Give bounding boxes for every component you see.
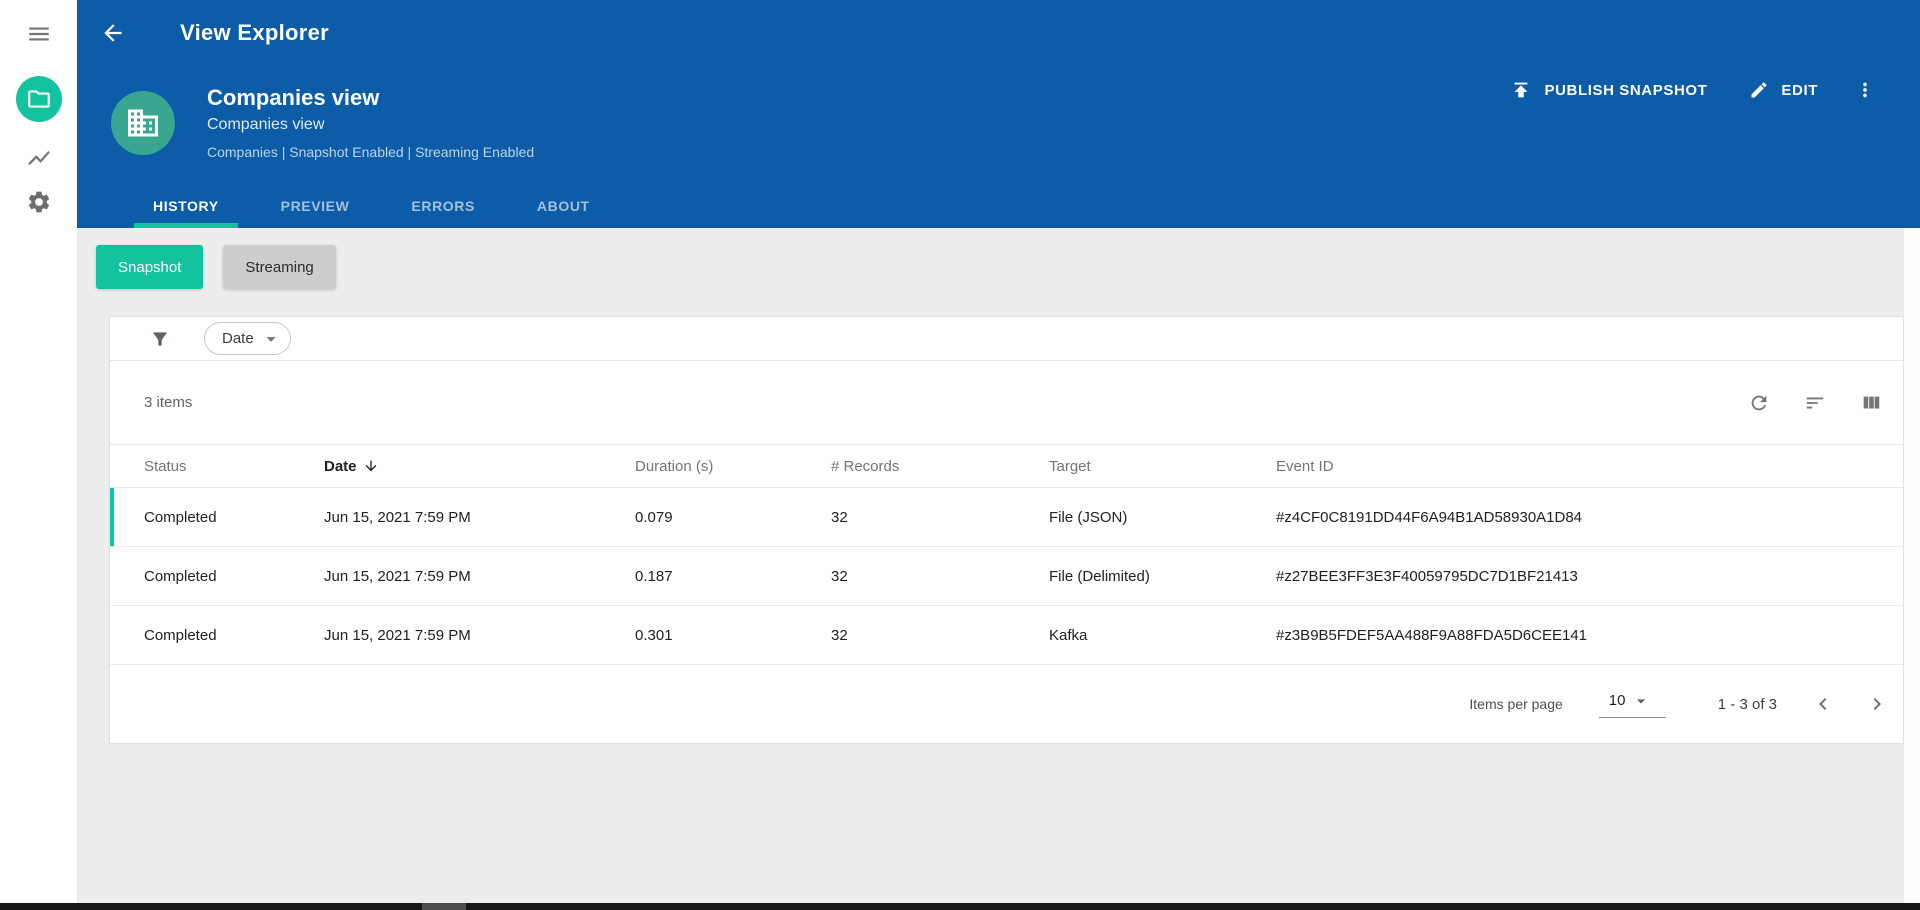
folder-icon xyxy=(26,86,52,112)
tab-bar: HISTORY PREVIEW ERRORS ABOUT xyxy=(134,184,633,228)
view-titles: Companies view Companies view Companies … xyxy=(207,85,534,161)
view-avatar xyxy=(111,91,175,155)
cell-target: File (Delimited) xyxy=(1049,567,1150,585)
buildings-icon xyxy=(125,105,161,141)
line-chart-icon xyxy=(26,145,52,171)
publish-snapshot-button[interactable]: PUBLISH SNAPSHOT xyxy=(1510,79,1707,101)
pagination: Items per page 10 1 - 3 of 3 xyxy=(110,665,1903,743)
view-subtitle: Companies view xyxy=(207,116,325,133)
cell-duration: 0.187 xyxy=(635,567,673,585)
columns-icon xyxy=(1860,392,1882,414)
cell-event-id: #z3B9B5FDEF5AA488F9A88FDA5D6CEE141 xyxy=(1276,626,1588,644)
hamburger-icon xyxy=(26,21,52,47)
edit-button[interactable]: EDIT xyxy=(1749,80,1818,100)
back-button[interactable] xyxy=(100,20,126,46)
cell-records: 32 xyxy=(831,567,848,585)
column-records[interactable]: # Records xyxy=(831,458,1049,475)
refresh-button[interactable] xyxy=(1748,392,1770,414)
column-date-label: Date xyxy=(324,457,357,475)
list-tools xyxy=(1714,392,1882,414)
cell-status: Completed xyxy=(144,567,217,585)
table-header: Status Date Duration (s) # Records Targe… xyxy=(110,444,1903,488)
chevron-down-icon xyxy=(260,328,282,350)
list-toolbar: 3 items xyxy=(110,361,1903,444)
back-arrow-icon xyxy=(100,20,126,46)
cell-status: Completed xyxy=(144,626,217,644)
chevron-left-icon xyxy=(1811,692,1835,716)
horizontal-scrollbar-track[interactable] xyxy=(0,903,1920,910)
sort-button[interactable] xyxy=(1804,392,1826,414)
app-header: View Explorer Companies view Companies v… xyxy=(77,0,1920,228)
cell-duration: 0.079 xyxy=(635,508,673,526)
mode-toggle: Snapshot Streaming xyxy=(96,245,1904,289)
column-target[interactable]: Target xyxy=(1049,458,1276,475)
cell-event-id: #z4CF0C8191DD44F6A94B1AD58930A1D84 xyxy=(1276,508,1583,526)
cell-records: 32 xyxy=(831,626,848,644)
gear-icon xyxy=(26,189,52,215)
date-filter-chip[interactable]: Date xyxy=(204,322,291,355)
tab-about[interactable]: ABOUT xyxy=(518,184,609,228)
content: Snapshot Streaming Date 3 items Status D… xyxy=(77,228,1920,744)
chevron-right-icon xyxy=(1865,692,1889,716)
cell-date: Jun 15, 2021 7:59 PM xyxy=(324,508,471,526)
filter-bar: Date xyxy=(110,317,1903,361)
page-size-value: 10 xyxy=(1608,692,1626,709)
cell-date: Jun 15, 2021 7:59 PM xyxy=(324,567,471,585)
sort-lines-icon xyxy=(1804,392,1826,414)
page-range: 1 - 3 of 3 xyxy=(1717,695,1777,713)
column-event-id[interactable]: Event ID xyxy=(1276,458,1903,475)
cell-target: Kafka xyxy=(1049,626,1088,644)
menu-button[interactable] xyxy=(26,21,52,47)
snapshot-toggle-button[interactable]: Snapshot xyxy=(96,245,204,289)
column-status[interactable]: Status xyxy=(144,458,324,475)
edit-label: EDIT xyxy=(1781,81,1818,99)
columns-button[interactable] xyxy=(1860,392,1882,414)
sidebar xyxy=(0,0,77,903)
header-actions: PUBLISH SNAPSHOT EDIT xyxy=(1510,79,1876,101)
upload-icon xyxy=(1510,79,1532,101)
topbar: View Explorer xyxy=(77,0,1920,66)
main-area: View Explorer Companies view Companies v… xyxy=(77,0,1920,903)
overflow-menu-button[interactable] xyxy=(1854,79,1876,101)
refresh-icon xyxy=(1748,392,1770,414)
column-date[interactable]: Date xyxy=(324,458,635,475)
prev-page-button[interactable] xyxy=(1811,692,1835,716)
sidebar-item-views[interactable] xyxy=(15,76,62,122)
next-page-button[interactable] xyxy=(1865,692,1889,716)
sidebar-item-metrics[interactable] xyxy=(26,145,52,171)
column-duration[interactable]: Duration (s) xyxy=(635,458,831,475)
caret-down-icon xyxy=(1631,691,1651,711)
table-row[interactable]: Completed Jun 15, 2021 7:59 PM 0.187 32 … xyxy=(110,547,1903,606)
horizontal-scrollbar-thumb[interactable] xyxy=(422,903,466,910)
cell-duration: 0.301 xyxy=(635,626,673,644)
page-size-select[interactable]: 10 xyxy=(1598,691,1666,718)
history-card: Date 3 items Status Date Duration (s) # … xyxy=(109,316,1904,744)
tab-history[interactable]: HISTORY xyxy=(134,184,238,228)
vertical-scrollbar-track[interactable] xyxy=(1904,228,1920,903)
view-meta: Companies | Snapshot Enabled | Streaming… xyxy=(207,144,535,160)
items-count: 3 items xyxy=(144,394,193,411)
page-title: View Explorer xyxy=(180,20,330,45)
tab-errors[interactable]: ERRORS xyxy=(392,184,494,228)
cell-date: Jun 15, 2021 7:59 PM xyxy=(324,626,471,644)
publish-snapshot-label: PUBLISH SNAPSHOT xyxy=(1544,81,1708,99)
cell-target: File (JSON) xyxy=(1049,508,1128,526)
tab-preview[interactable]: PREVIEW xyxy=(262,184,369,228)
table-row[interactable]: Completed Jun 15, 2021 7:59 PM 0.301 32 … xyxy=(110,606,1903,665)
vertical-dots-icon xyxy=(1854,79,1876,101)
items-per-page-label: Items per page xyxy=(1469,696,1563,712)
streaming-toggle-button[interactable]: Streaming xyxy=(223,245,336,289)
cell-records: 32 xyxy=(831,508,848,526)
table-row[interactable]: Completed Jun 15, 2021 7:59 PM 0.079 32 … xyxy=(110,488,1903,547)
date-filter-label: Date xyxy=(222,330,254,347)
view-title: Companies view xyxy=(207,85,380,110)
pencil-icon xyxy=(1749,80,1769,100)
sort-arrow-down-icon xyxy=(363,458,379,474)
filter-funnel-icon xyxy=(150,329,170,349)
cell-status: Completed xyxy=(144,508,217,526)
cell-event-id: #z27BEE3FF3E3F40059795DC7D1BF21413 xyxy=(1276,567,1578,585)
sidebar-item-settings[interactable] xyxy=(26,189,52,215)
